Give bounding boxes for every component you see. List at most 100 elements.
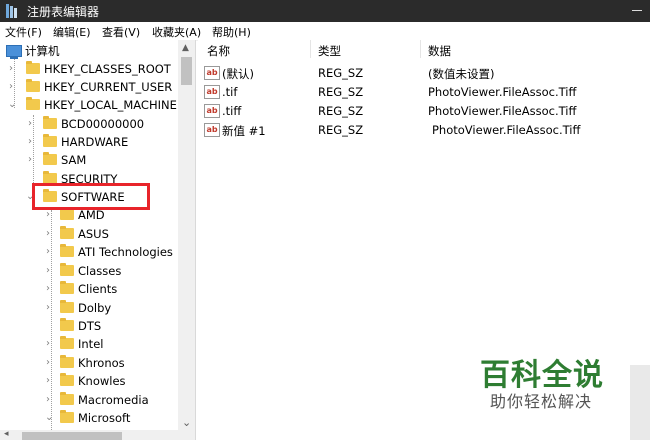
tree-item-dts[interactable]: DTS bbox=[0, 318, 178, 336]
registry-editor-icon bbox=[6, 4, 17, 18]
column-divider[interactable] bbox=[420, 40, 421, 58]
chevron-right-icon[interactable]: › bbox=[46, 284, 54, 294]
tree-vertical-scrollbar[interactable]: ▲ ⌄ bbox=[178, 40, 195, 440]
scrollbar-thumb[interactable] bbox=[22, 432, 122, 440]
tree-item-hkcu[interactable]: › HKEY_CURRENT_USER bbox=[0, 79, 178, 97]
chevron-right-icon[interactable]: › bbox=[46, 395, 54, 405]
tree-item-hardware[interactable]: › HARDWARE bbox=[0, 134, 178, 152]
tree-item-hkcr[interactable]: › HKEY_CLASSES_ROOT bbox=[0, 61, 178, 79]
string-value-icon: ab bbox=[204, 66, 220, 80]
title-bar: 注册表编辑器 bbox=[0, 0, 650, 22]
menu-favorites[interactable]: 收藏夹(A) bbox=[152, 24, 201, 40]
menu-view[interactable]: 查看(V) bbox=[102, 24, 140, 40]
tree-item-khronos[interactable]: › Khronos bbox=[0, 355, 178, 373]
value-data: PhotoViewer.FileAssoc.Tiff bbox=[432, 123, 581, 137]
value-type: REG_SZ bbox=[318, 123, 364, 137]
chevron-right-icon[interactable]: › bbox=[46, 358, 54, 368]
value-type: REG_SZ bbox=[318, 66, 364, 80]
column-header-type[interactable]: 类型 bbox=[318, 43, 341, 59]
column-header-name[interactable]: 名称 bbox=[207, 43, 230, 59]
menu-help[interactable]: 帮助(H) bbox=[212, 24, 251, 40]
highlight-box bbox=[32, 183, 150, 210]
tree-item-macromedia[interactable]: › Macromedia bbox=[0, 392, 178, 410]
tree-item-label: AMD bbox=[78, 208, 105, 222]
chevron-right-icon[interactable]: › bbox=[28, 155, 36, 165]
chevron-right-icon[interactable]: › bbox=[46, 303, 54, 313]
tree-item-hklm[interactable]: ⌄ HKEY_LOCAL_MACHINE bbox=[0, 97, 178, 115]
chevron-right-icon[interactable]: › bbox=[9, 64, 17, 74]
tree-item-label: Classes bbox=[78, 264, 122, 278]
window-title: 注册表编辑器 bbox=[27, 5, 100, 19]
tree-item-classes[interactable]: › Classes bbox=[0, 263, 178, 281]
tree-item-ati[interactable]: › ATI Technologies bbox=[0, 244, 178, 262]
folder-icon bbox=[43, 116, 57, 129]
scrollbar-thumb[interactable] bbox=[181, 57, 192, 85]
value-row[interactable]: ab .tif REG_SZ PhotoViewer.FileAssoc.Tif… bbox=[198, 83, 650, 102]
menu-edit[interactable]: 编辑(E) bbox=[53, 24, 91, 40]
folder-icon bbox=[26, 79, 40, 92]
chevron-right-icon[interactable]: › bbox=[46, 339, 54, 349]
menu-bar: 文件(F) 编辑(E) 查看(V) 收藏夹(A) 帮助(H) bbox=[0, 22, 650, 41]
chevron-right-icon[interactable]: › bbox=[46, 376, 54, 386]
menu-file[interactable]: 文件(F) bbox=[5, 24, 42, 40]
tree-item-label: SAM bbox=[61, 153, 87, 167]
folder-icon bbox=[60, 300, 74, 313]
tree-item-label: HARDWARE bbox=[61, 135, 129, 149]
tree-item-label: ATI Technologies bbox=[78, 245, 173, 259]
chevron-right-icon[interactable]: › bbox=[46, 247, 54, 257]
chevron-right-icon[interactable]: › bbox=[28, 137, 36, 147]
tree-item-asus[interactable]: › ASUS bbox=[0, 226, 178, 244]
folder-icon bbox=[60, 281, 74, 294]
column-divider[interactable] bbox=[310, 40, 311, 58]
value-name: .tif bbox=[222, 85, 238, 99]
string-value-icon: ab bbox=[204, 104, 220, 118]
folder-icon bbox=[60, 373, 74, 386]
folder-icon bbox=[60, 263, 74, 276]
value-name: (默认) bbox=[222, 67, 254, 81]
tree-item-label: Dolby bbox=[78, 301, 112, 315]
tree-item-intel[interactable]: › Intel bbox=[0, 336, 178, 354]
tree-item-microsoft[interactable]: ⌄ Microsoft bbox=[0, 410, 178, 428]
tree-item-label: HKEY_CLASSES_ROOT bbox=[44, 62, 171, 76]
scroll-down-arrow-icon[interactable]: ⌄ bbox=[182, 416, 191, 429]
tree-item-bcd[interactable]: › BCD00000000 bbox=[0, 116, 178, 134]
tree-item-knowles[interactable]: › Knowles bbox=[0, 373, 178, 391]
tree-item-sam[interactable]: › SAM bbox=[0, 152, 178, 170]
scroll-left-arrow-icon[interactable]: ◂ bbox=[4, 429, 9, 439]
tree-item-label: HKEY_CURRENT_USER bbox=[44, 80, 173, 94]
chevron-right-icon[interactable]: › bbox=[46, 266, 54, 276]
folder-icon bbox=[26, 97, 40, 110]
value-data: (数值未设置) bbox=[428, 67, 495, 81]
folder-icon bbox=[60, 244, 74, 257]
tree-item-dolby[interactable]: › Dolby bbox=[0, 300, 178, 318]
chevron-right-icon[interactable]: › bbox=[28, 119, 36, 129]
tree-item-label: DTS bbox=[78, 319, 102, 333]
tree-item-label: BCD00000000 bbox=[61, 117, 145, 131]
chevron-right-icon[interactable]: › bbox=[9, 82, 17, 92]
value-row[interactable]: ab 新值 #1 REG_SZ PhotoViewer.FileAssoc.Ti… bbox=[198, 121, 650, 140]
minimize-button[interactable] bbox=[632, 10, 642, 11]
value-row[interactable]: ab .tiff REG_SZ PhotoViewer.FileAssoc.Ti… bbox=[198, 102, 650, 121]
tree-item-label: 计算机 bbox=[25, 44, 60, 58]
tree-item-label: Macromedia bbox=[78, 393, 149, 407]
tree-item-label: ASUS bbox=[78, 227, 109, 241]
folder-icon bbox=[60, 410, 74, 423]
chevron-right-icon[interactable]: › bbox=[46, 210, 54, 220]
value-row[interactable]: ab (默认) REG_SZ (数值未设置) bbox=[198, 64, 650, 83]
tree-item-label: Khronos bbox=[78, 356, 125, 370]
folder-icon bbox=[43, 152, 57, 165]
tree-item-computer[interactable]: 计算机 bbox=[0, 42, 178, 60]
scroll-up-arrow-icon[interactable]: ▲ bbox=[182, 43, 189, 53]
column-header-data[interactable]: 数据 bbox=[428, 43, 451, 59]
tree-item-label: Intel bbox=[78, 337, 104, 351]
value-data: PhotoViewer.FileAssoc.Tiff bbox=[428, 85, 577, 99]
tree-horizontal-scrollbar[interactable]: ◂ bbox=[0, 429, 178, 440]
string-value-icon: ab bbox=[204, 123, 220, 137]
chevron-right-icon[interactable]: › bbox=[46, 229, 54, 239]
chevron-down-icon[interactable]: ⌄ bbox=[45, 413, 53, 423]
value-type: REG_SZ bbox=[318, 85, 364, 99]
folder-icon bbox=[60, 226, 74, 239]
tree-item-clients[interactable]: › Clients bbox=[0, 281, 178, 299]
chevron-down-icon[interactable]: ⌄ bbox=[8, 100, 16, 110]
value-type: REG_SZ bbox=[318, 104, 364, 118]
